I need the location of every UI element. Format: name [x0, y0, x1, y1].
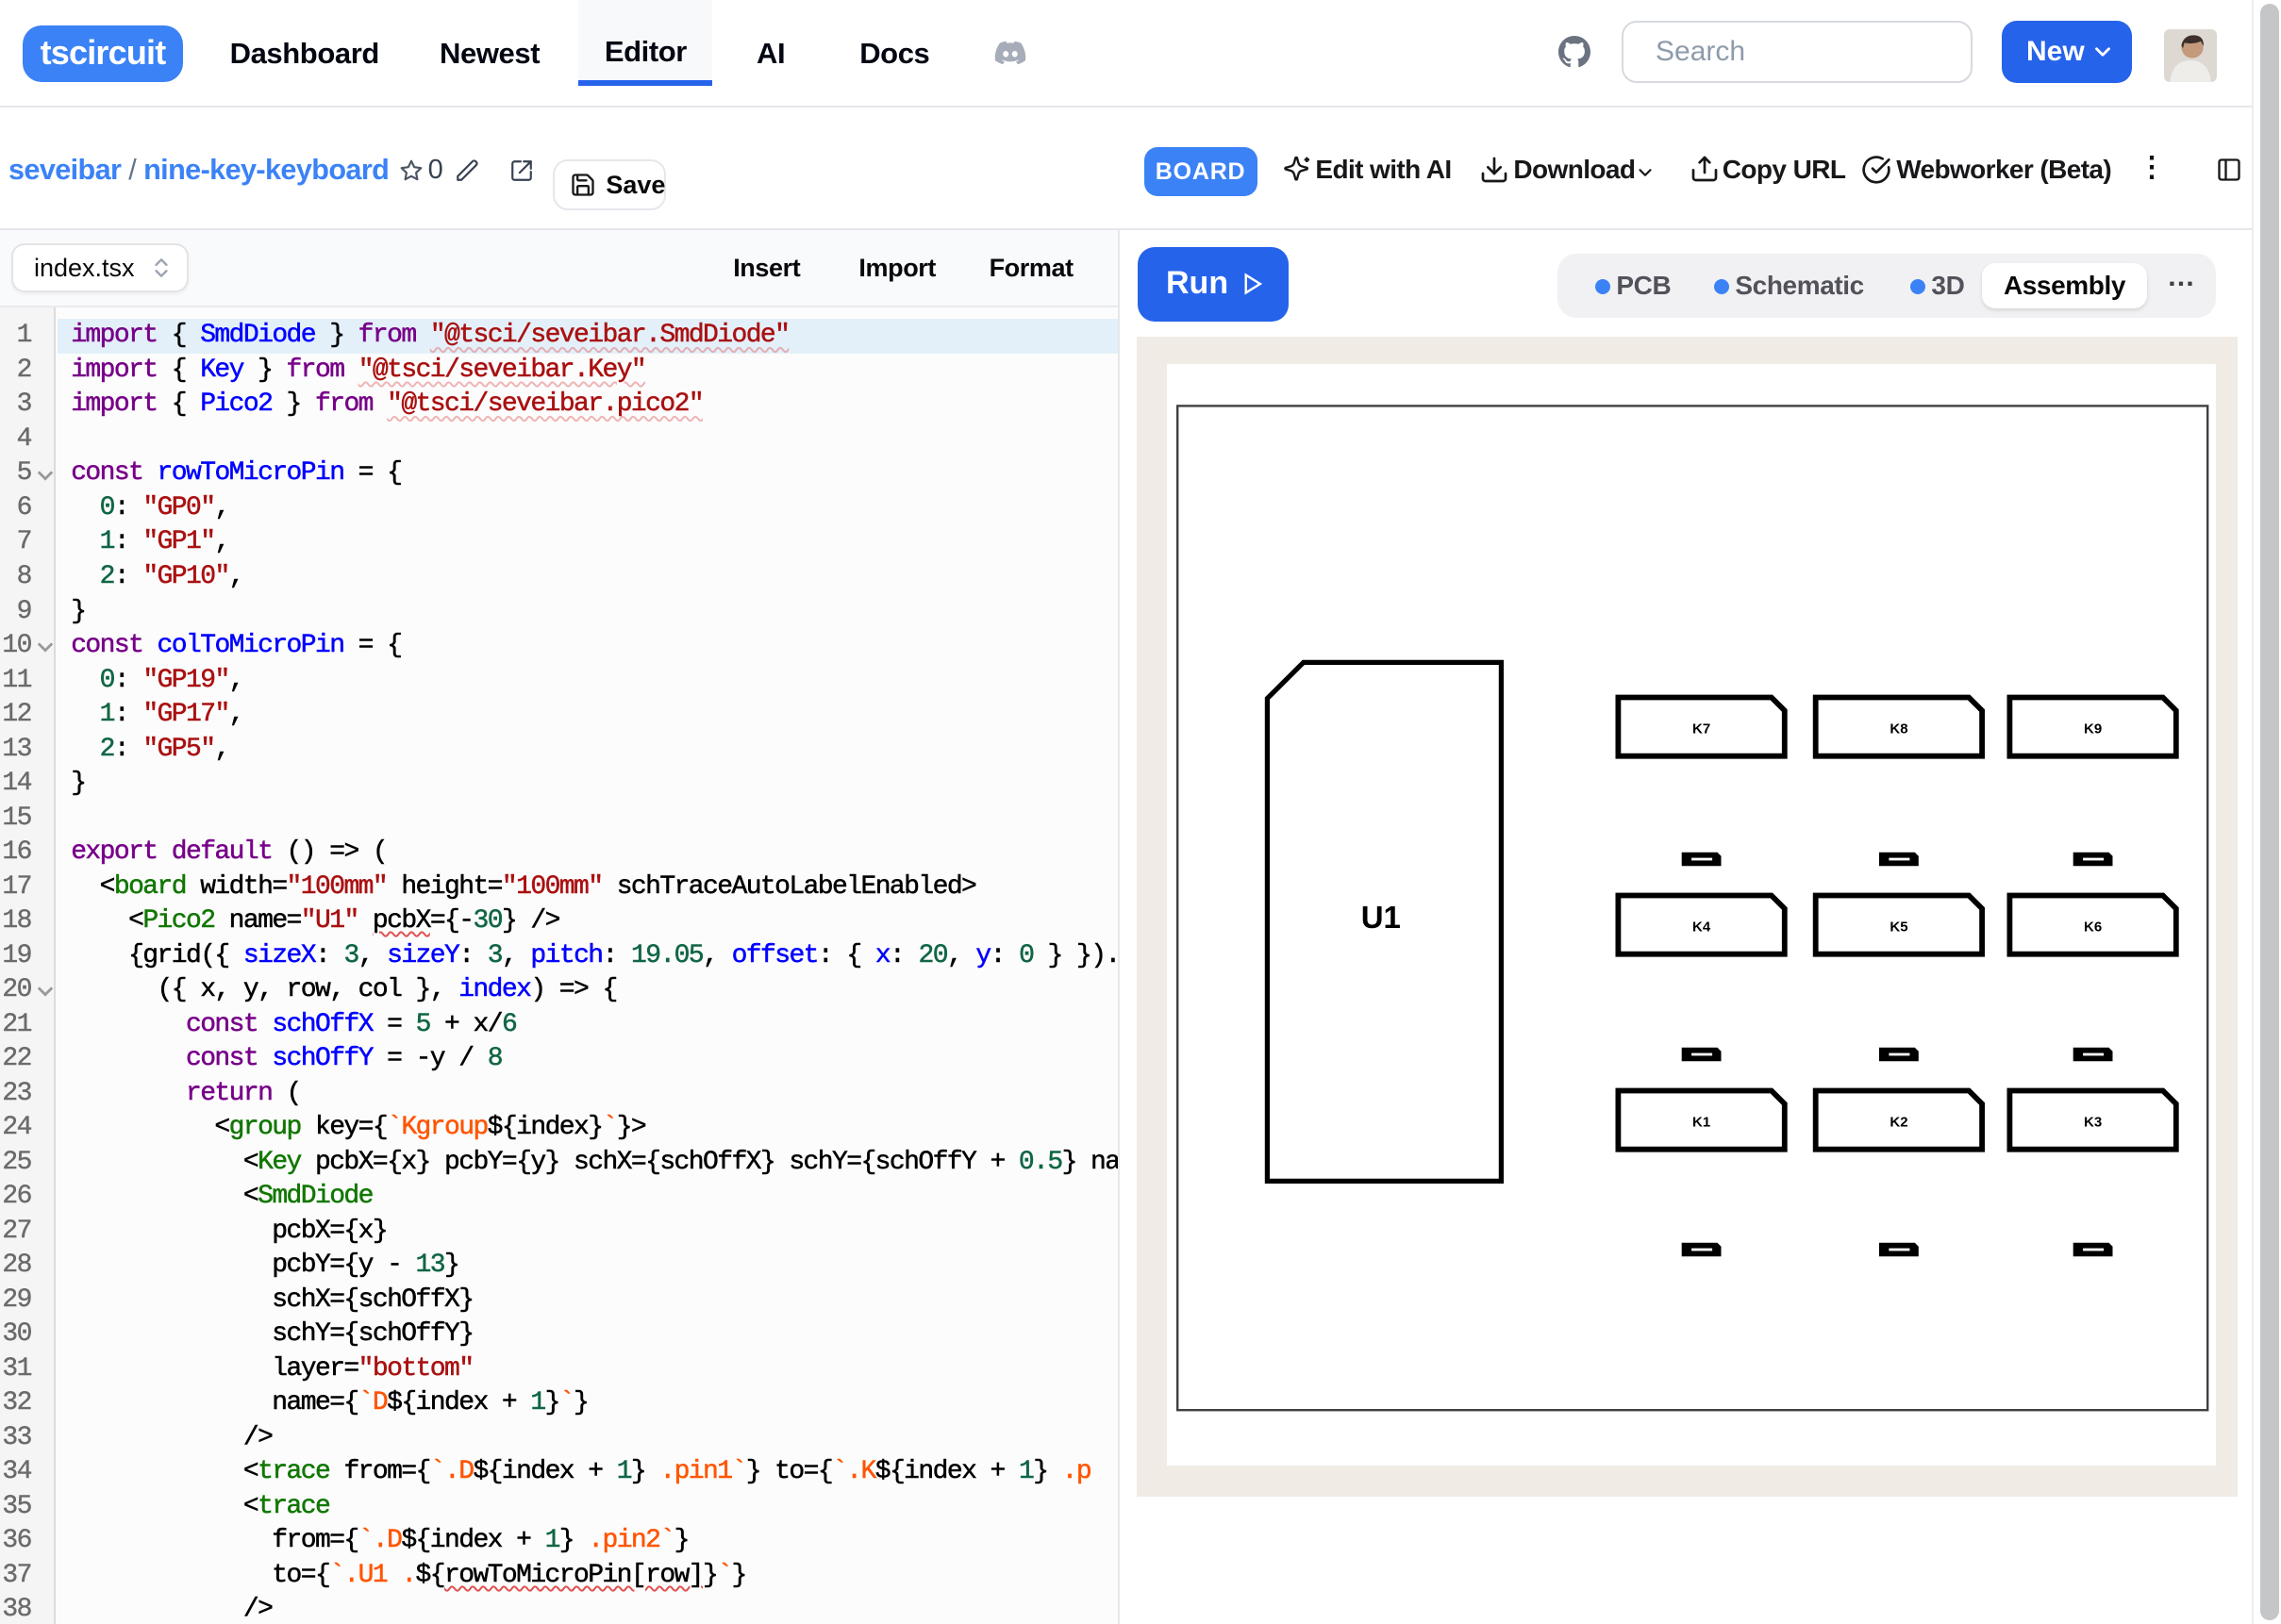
svg-text:K9: K9 — [2084, 721, 2102, 737]
svg-text:K1: K1 — [1692, 1115, 1710, 1131]
svg-text:K8: K8 — [1890, 721, 1908, 737]
svg-text:K5: K5 — [1890, 920, 1908, 936]
svg-text:K2: K2 — [1890, 1115, 1908, 1131]
svg-text:K4: K4 — [1692, 920, 1711, 936]
svg-text:K6: K6 — [2084, 920, 2102, 936]
svg-text:U1: U1 — [1361, 900, 1401, 935]
svg-text:K3: K3 — [2084, 1115, 2102, 1131]
svg-text:K7: K7 — [1692, 721, 1710, 737]
